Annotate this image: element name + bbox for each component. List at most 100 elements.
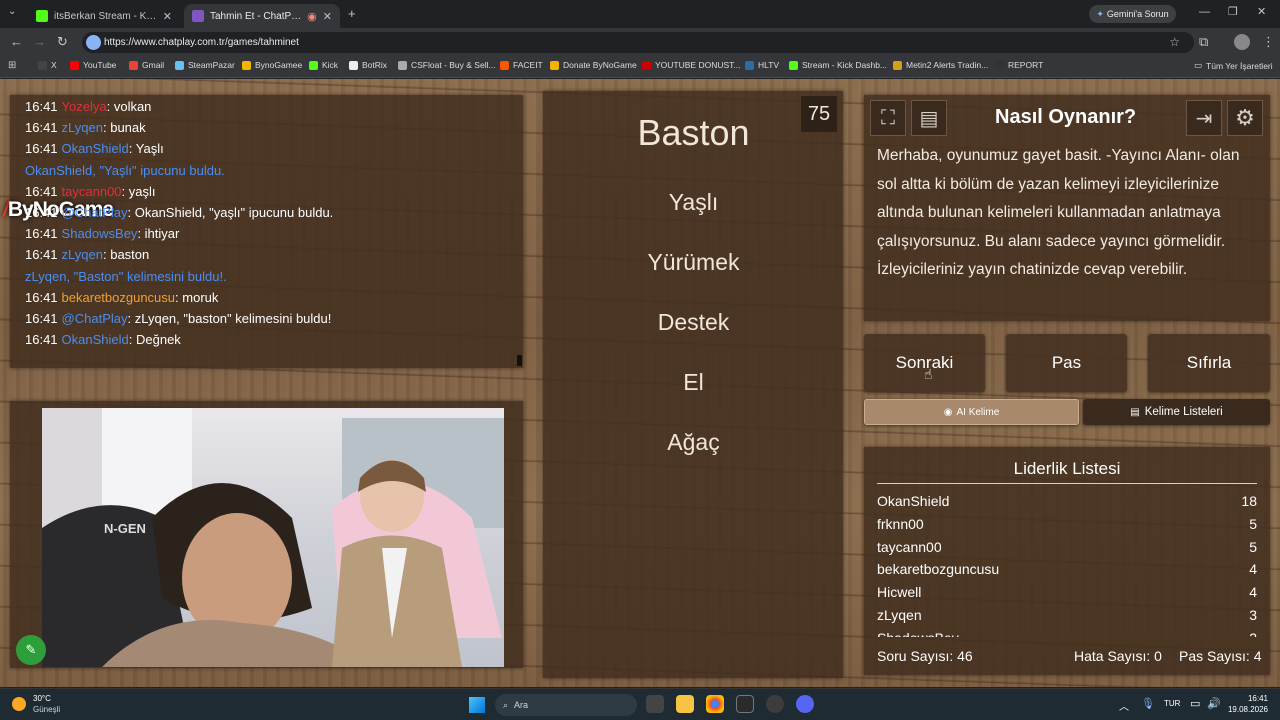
close-window-icon[interactable]: ✕ — [1257, 7, 1266, 18]
tray-chevron-icon[interactable]: ︿ — [1119, 698, 1129, 713]
settings-button[interactable]: ⚙ — [1227, 100, 1263, 136]
fullscreen-icon: ⛶ — [881, 106, 895, 129]
ai-word-button[interactable]: ◉ AI Kelime — [864, 399, 1079, 425]
chat-timestamp: 16:41 — [25, 205, 58, 220]
bookmark-kick-dashboard[interactable]: Stream - Kick Dashb... — [789, 60, 887, 70]
fullscreen-button[interactable]: ⛶ — [870, 100, 906, 136]
chat-text: : OkanShield, "yaşlı" ipucunu buldu. — [127, 205, 334, 220]
bookmark-star-icon[interactable]: ☆ — [1169, 35, 1180, 49]
language-indicator[interactable]: TUR — [1164, 699, 1180, 708]
bookmark-hltv[interactable]: HLTV — [745, 60, 779, 70]
forward-icon[interactable]: → — [33, 35, 46, 48]
forbidden-word: Destek — [657, 309, 730, 335]
browser-toolbar: ← → ↻ https://www.chatplay.com.tr/games/… — [0, 28, 1280, 56]
bookmarks-bar: ⊞ X YouTube Gmail SteamPazar BynoGamee K… — [0, 56, 1280, 78]
volume-icon[interactable]: 🔊 — [1207, 697, 1221, 710]
chat-username[interactable]: zLyqen — [62, 120, 103, 135]
bookmark-label: HLTV — [758, 60, 780, 70]
weather-sun-icon[interactable] — [12, 697, 26, 711]
chat-timestamp: 16:41 — [25, 311, 58, 326]
chat-username[interactable]: taycann00 — [62, 184, 122, 199]
taskbar-search[interactable]: ⌕ Ara — [495, 694, 637, 716]
gemini-button[interactable]: ✦ Gemini'a Sorun — [1089, 5, 1176, 23]
chat-message: 16:41 @ChatPlay: OkanShield, "yaşlı" ipuc… — [25, 205, 333, 220]
bookmark-label: YouTube — [83, 60, 117, 70]
start-button[interactable] — [469, 697, 485, 713]
chat-username[interactable]: Yozelya — [62, 99, 107, 114]
bookmark-report[interactable]: REPORT — [995, 60, 1043, 70]
howto-title: Nasıl Oynanır? — [995, 106, 1137, 128]
bookmark-csfloat[interactable]: CSFloat - Buy & Sell... — [398, 60, 496, 70]
chat-username[interactable]: OkanShield — [62, 141, 129, 156]
close-tab-icon[interactable]: ✕ — [323, 10, 332, 23]
network-icon[interactable]: ▭ — [1190, 697, 1200, 710]
bookmark-gmail[interactable]: Gmail — [129, 60, 164, 70]
back-icon[interactable]: ← — [10, 35, 23, 48]
extensions-icon[interactable]: ⧉ — [1199, 35, 1208, 48]
chat-username[interactable]: @ChatPlay — [62, 205, 128, 220]
edit-fab-button[interactable]: ✎ — [16, 635, 46, 665]
chat-username[interactable]: zLyqen — [62, 247, 103, 262]
chat-text: : yaşlı — [121, 183, 156, 199]
tab-kick-dashboard[interactable]: itsBerkan Stream - Kick Dashbo ✕ — [28, 4, 180, 28]
chat-username[interactable]: bekaretbozguncusu — [62, 290, 175, 305]
discord-icon[interactable] — [796, 695, 814, 713]
chat-username[interactable]: OkanShield, — [25, 163, 99, 178]
bookmark-bynogamee[interactable]: BynoGamee — [242, 60, 302, 70]
capcut-icon[interactable] — [736, 695, 754, 713]
tab-search-icon[interactable]: ⌄ — [8, 7, 16, 17]
bookmark-label: SteamPazar — [188, 60, 235, 70]
bookmark-botrix[interactable]: BotRix — [349, 60, 387, 70]
obs-icon[interactable] — [766, 695, 784, 713]
forbidden-word: Ağaç — [667, 429, 720, 455]
leaderboard-list[interactable]: OkanShield 18 frknn00 5 taycann00 5 bekaretboz… — [864, 489, 1270, 637]
reload-icon[interactable]: ↻ — [57, 35, 68, 48]
reset-button[interactable]: Sıfırla — [1148, 334, 1270, 392]
chat-timestamp: 16:41 — [25, 183, 58, 199]
tab-chatplay[interactable]: Tahmin Et - ChatPlay ◉ ✕ — [184, 4, 340, 28]
forbidden-word: El — [683, 369, 704, 395]
leaderboard-score: 5 — [1249, 538, 1257, 555]
bookmark-youtube-donust[interactable]: YOUTUBE DONUST... — [642, 60, 740, 70]
all-bookmarks[interactable]: ▭ Tüm Yer İşaretleri — [1194, 60, 1273, 71]
pass-button[interactable]: Pas — [1006, 334, 1127, 392]
word-lists-button[interactable]: ▤ Kelime Listeleri — [1083, 399, 1270, 425]
chat-username[interactable]: zLyqen, — [25, 269, 74, 284]
chat-username[interactable]: @ChatPlay — [62, 311, 128, 326]
folder-icon: ▭ — [1194, 60, 1203, 70]
menu-icon[interactable]: ⋮ — [1262, 35, 1275, 48]
file-explorer-icon[interactable] — [676, 695, 694, 713]
clock-date[interactable]: 19.08.2026 — [1222, 705, 1268, 714]
bookmark-x[interactable]: X — [38, 60, 57, 70]
maximize-icon[interactable]: ❐ — [1228, 7, 1238, 18]
chat-text: : ihtiyar — [137, 226, 180, 242]
clock-time[interactable]: 16:41 — [1226, 694, 1268, 703]
chrome-icon[interactable] — [706, 695, 724, 713]
address-bar[interactable]: https://www.chatplay.com.tr/games/tahmin… — [82, 32, 1194, 53]
microphone-icon[interactable]: 🎙 — [1141, 697, 1155, 710]
chat-username[interactable]: ShadowsBey — [62, 226, 138, 241]
bookmark-kick[interactable]: Kick — [309, 60, 338, 70]
bookmark-donate[interactable]: Donate ByNoGame — [550, 60, 637, 70]
forbidden-word: Yürümek — [647, 249, 740, 275]
site-info-icon[interactable] — [86, 35, 101, 50]
howto-text: Merhaba, oyunumuz gayet basit. -Yayıncı … — [877, 147, 1240, 278]
search-placeholder: Ara — [514, 700, 529, 710]
minimize-icon[interactable]: — — [1199, 7, 1210, 18]
new-tab-icon[interactable]: + — [348, 7, 356, 20]
next-button[interactable]: Sonraki — [864, 334, 985, 392]
bookmark-steampazar[interactable]: SteamPazar — [175, 60, 235, 70]
notes-button[interactable]: ▤ — [911, 100, 947, 136]
bookmark-youtube[interactable]: YouTube — [70, 60, 116, 70]
bookmark-faceit[interactable]: FACEIT — [500, 60, 543, 70]
task-view-icon[interactable] — [646, 695, 664, 713]
close-tab-icon[interactable]: ✕ — [163, 10, 172, 23]
chat-scrollbar[interactable] — [517, 355, 522, 366]
profile-avatar[interactable] — [1234, 34, 1250, 50]
pass-count: Pas Sayısı: 4 — [1179, 648, 1262, 664]
exit-button[interactable]: ⇥ — [1186, 100, 1222, 136]
apps-icon[interactable]: ⊞ — [8, 61, 16, 71]
bookmark-label: Tüm Yer İşaretleri — [1206, 60, 1273, 71]
chat-username[interactable]: OkanShield — [62, 332, 129, 347]
bookmark-metin2[interactable]: Metin2 Alerts Tradin... — [893, 60, 988, 70]
